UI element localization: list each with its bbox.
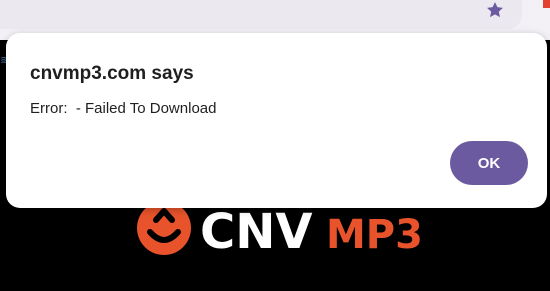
logo-text-cnv: CNV	[200, 204, 313, 260]
tab-edge-indicator	[543, 0, 550, 8]
ok-button[interactable]: OK	[450, 141, 528, 185]
alert-dialog: cnvmp3.com says Error: - Failed To Downl…	[6, 33, 547, 208]
address-bar[interactable]	[0, 0, 522, 29]
logo-text-mp3: MP3	[326, 212, 423, 258]
dialog-message: Error: - Failed To Download	[30, 100, 217, 117]
star-icon[interactable]	[485, 0, 505, 20]
dialog-title: cnvmp3.com says	[30, 63, 194, 84]
